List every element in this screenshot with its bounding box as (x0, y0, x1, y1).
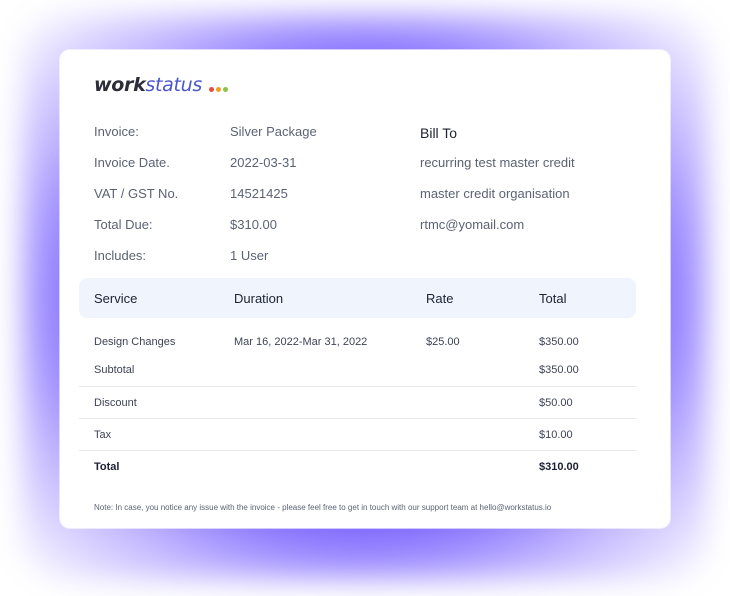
total-label: Total (94, 461, 120, 473)
discount-value: $50.00 (539, 397, 573, 409)
includes-label: Includes: (94, 248, 147, 263)
divider (79, 386, 636, 387)
row-duration: Mar 16, 2022-Mar 31, 2022 (234, 336, 368, 348)
bill-to-name: recurring test master credit (420, 155, 575, 170)
subtotal-value: $350.00 (539, 364, 579, 376)
invoice-card: workstatus Invoice: Silver Package Invoi… (60, 50, 670, 528)
includes-value: 1 User (230, 248, 269, 263)
row-service: Design Changes (94, 336, 176, 348)
row-rate: $25.00 (426, 336, 460, 348)
logo-dot-red (209, 86, 215, 92)
header-duration: Duration (234, 291, 284, 306)
vat-gst-label: VAT / GST No. (94, 186, 179, 201)
tax-value: $10.00 (539, 429, 573, 441)
divider (79, 450, 636, 451)
tax-label: Tax (94, 429, 112, 441)
invoice-value: Silver Package (230, 124, 317, 139)
bill-to-organisation: master credit organisation (420, 186, 570, 201)
logo-word-work: work (94, 74, 146, 96)
bill-to-email: rtmc@yomail.com (420, 217, 525, 232)
discount-label: Discount (94, 397, 137, 409)
workstatus-logo: workstatus (94, 74, 229, 96)
bill-to-title: Bill To (420, 125, 458, 141)
logo-wordmark: workstatus (94, 74, 202, 96)
subtotal-label: Subtotal (94, 364, 135, 376)
total-due-value: $310.00 (230, 217, 277, 232)
table-header: Service Duration Rate Total (79, 278, 636, 318)
logo-dots-icon (209, 86, 229, 92)
row-total: $350.00 (539, 336, 579, 348)
total-value: $310.00 (539, 461, 579, 473)
header-rate: Rate (426, 291, 454, 306)
header-total: Total (539, 291, 567, 306)
invoice-label: Invoice: (94, 124, 139, 139)
invoice-date-value: 2022-03-31 (230, 155, 297, 170)
divider (79, 418, 636, 419)
total-due-label: Total Due: (94, 217, 153, 232)
header-service: Service (94, 291, 138, 306)
invoice-date-label: Invoice Date. (94, 155, 170, 170)
logo-dot-green (223, 86, 229, 92)
support-note: Note: In case, you notice any issue with… (94, 503, 552, 512)
vat-gst-value: 14521425 (230, 186, 288, 201)
logo-word-status: status (145, 74, 203, 96)
logo-dot-orange (216, 86, 222, 92)
